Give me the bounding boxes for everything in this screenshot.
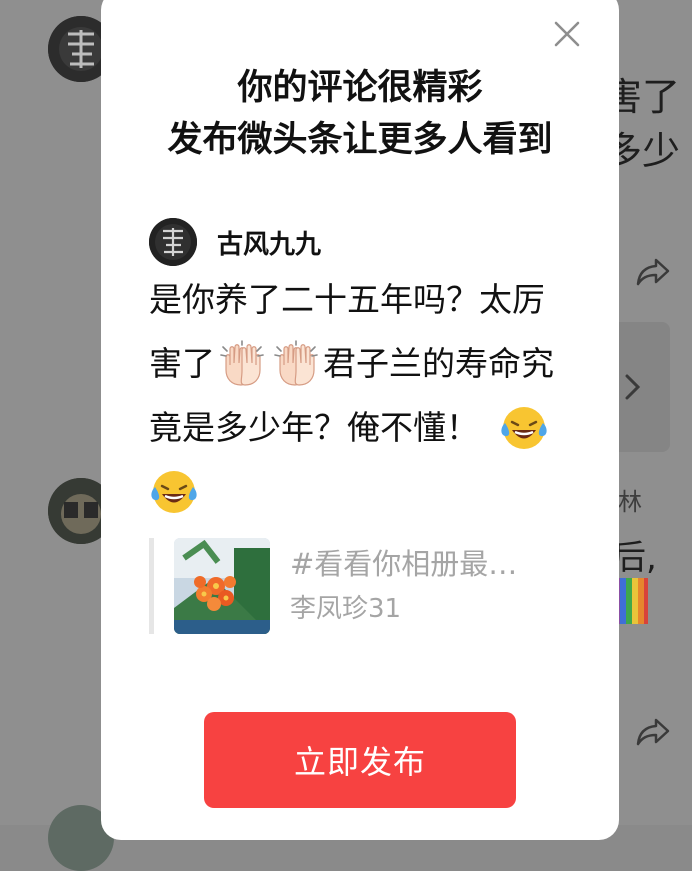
headline-line-2: 发布微头条让更多人看到 [167, 120, 553, 160]
avatar [149, 218, 197, 266]
comment-author: 古风九九 [149, 218, 321, 266]
rainbow-icon [614, 578, 648, 624]
share-icon [636, 258, 670, 286]
quoted-post-title: #看看你相册最… [290, 547, 518, 581]
comment-text: 是你养了二十五年吗？太厉 害了 君子兰的寿命究 竟是多少年？俺不懂！ [149, 268, 579, 524]
comment-line: 是你养了二十五年吗？太厉 [149, 280, 545, 319]
quoted-post-thumbnail [174, 538, 270, 634]
comment-line: 害了 [149, 344, 215, 383]
author-name: 古风九九 [217, 229, 322, 260]
chevron-right-icon [625, 374, 641, 400]
feed-text: 林 [618, 488, 642, 516]
close-button[interactable] [553, 20, 581, 48]
comment-line: 竟是多少年？俺不懂！ [149, 408, 479, 447]
comment-line: 君子兰的寿命究 [323, 344, 554, 383]
quote-divider [149, 538, 154, 634]
publish-button[interactable]: 立即发布 [204, 712, 516, 808]
laughing-tears-icon [499, 403, 549, 453]
quoted-post[interactable]: #看看你相册最… 李凤珍31 [149, 538, 569, 634]
share-icon [636, 718, 670, 746]
applause-icon [217, 339, 267, 389]
close-icon [554, 21, 580, 47]
headline-line-1: 你的评论很精彩 [237, 68, 483, 108]
applause-icon [271, 339, 321, 389]
quoted-post-author: 李凤珍31 [290, 594, 402, 624]
dialog-headline: 你的评论很精彩 发布微头条让更多人看到 [101, 62, 619, 166]
publish-dialog: 你的评论很精彩 发布微头条让更多人看到 古风九九 是你养了二十五年吗？太厉 害了 [101, 0, 619, 840]
laughing-tears-icon [149, 467, 199, 517]
